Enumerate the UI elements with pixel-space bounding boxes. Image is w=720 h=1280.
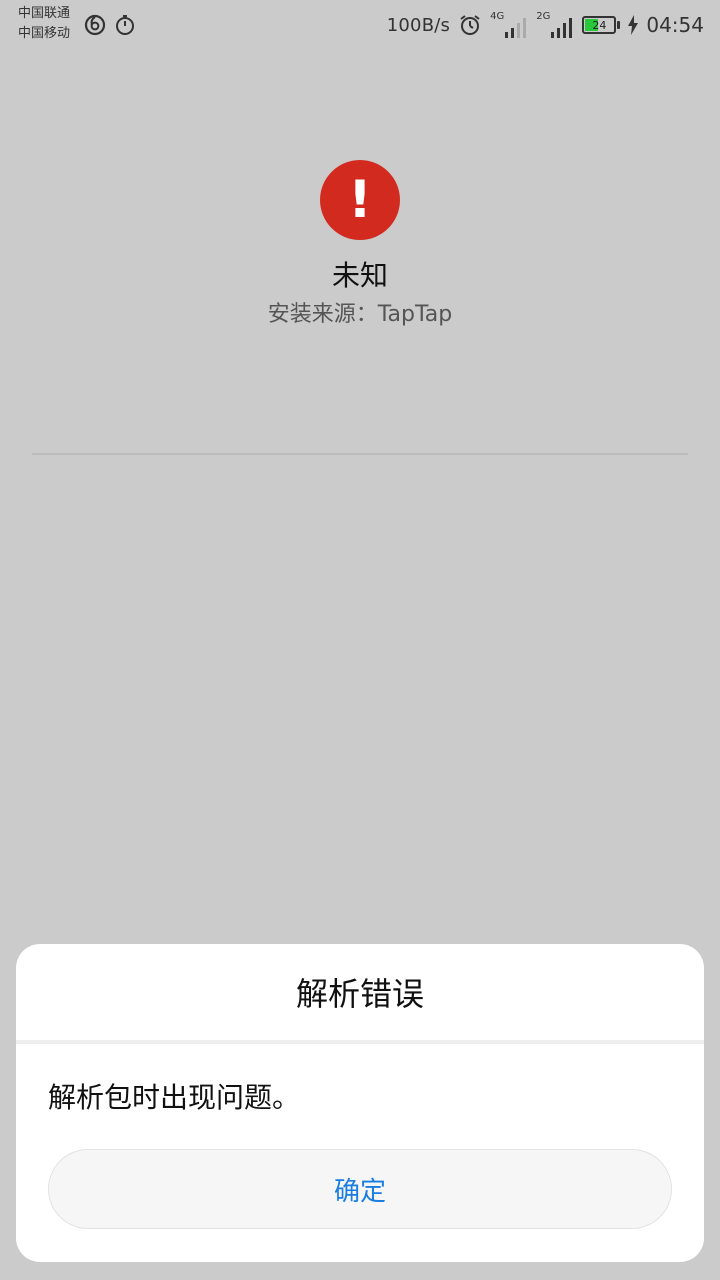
install-source: 安装来源：TapTap — [267, 302, 453, 327]
status-right-group: 100B/s 4G 2G 24 04:54 — [387, 10, 704, 40]
signal-icon — [551, 18, 573, 38]
parse-error-dialog: 解析错误 解析包时出现问题。 确定 — [16, 944, 704, 1262]
error-icon: ! — [320, 160, 400, 240]
alarm-icon — [460, 15, 480, 35]
stopwatch-icon — [116, 15, 134, 35]
sim2-network-type: 2G — [536, 11, 551, 22]
sim1-network-type: 4G — [490, 11, 505, 22]
network-speed: 100B/s — [386, 14, 451, 36]
battery-level: 24 — [592, 18, 607, 32]
status-bar: 中国联通 中国移动 100B/s 4G 2G 24 04:54 — [0, 0, 720, 50]
battery-icon: 24 — [582, 16, 617, 34]
app-name: 未知 — [331, 259, 388, 292]
signal-icon — [505, 18, 527, 38]
carrier-info: 中国联通 中国移动 — [18, 4, 70, 44]
dialog-message: 解析包时出现问题。 — [48, 1081, 301, 1114]
carrier-1-label: 中国联通 — [18, 6, 71, 21]
netease-cloud-music-icon — [84, 14, 106, 36]
charging-icon — [628, 15, 639, 35]
dialog-divider — [16, 1040, 704, 1044]
battery-tip — [617, 21, 621, 29]
confirm-button[interactable]: 确定 — [48, 1149, 672, 1229]
battery-group: 24 — [582, 16, 621, 34]
app-info-section: ! 未知 安装来源：TapTap — [0, 160, 720, 330]
divider — [32, 453, 688, 455]
carrier-2-label: 中国移动 — [18, 26, 71, 41]
sim2-signal: 2G — [536, 12, 574, 38]
error-glyph: ! — [348, 170, 372, 230]
clock-time: 04:54 — [646, 13, 704, 37]
dialog-title: 解析错误 — [295, 975, 424, 1013]
sim1-signal: 4G — [490, 12, 528, 38]
